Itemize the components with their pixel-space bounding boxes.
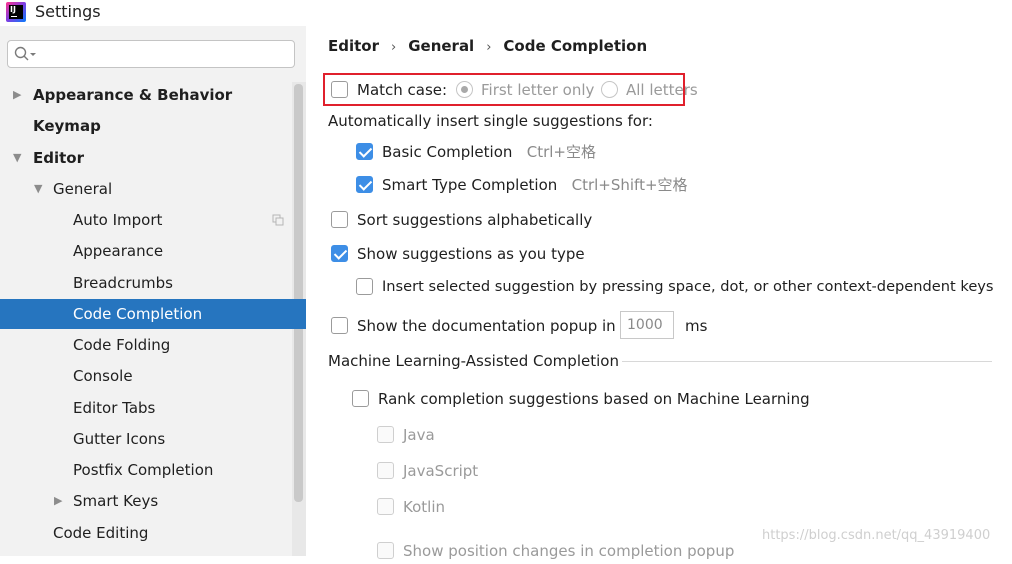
smart-type-label[interactable]: Smart Type Completion Ctrl+Shift+空格 <box>382 172 688 198</box>
ml-show-position-checkbox[interactable] <box>377 542 394 559</box>
tree-item-code-editing[interactable]: Code Editing <box>0 518 306 548</box>
tree-item-auto-import[interactable]: Auto Import <box>0 205 306 235</box>
basic-completion-checkbox[interactable] <box>356 143 373 160</box>
window-title: Settings <box>35 2 101 21</box>
doc-popup-label[interactable]: Show the documentation popup in <box>357 313 616 339</box>
doc-popup-delay-input[interactable]: 1000 <box>620 311 674 339</box>
breadcrumb-separator-icon: › <box>486 40 492 55</box>
tree-item-smart-keys[interactable]: ▶ Smart Keys <box>0 486 306 516</box>
chevron-right-icon[interactable]: ▶ <box>13 80 25 110</box>
all-letters-label[interactable]: All letters <box>626 77 698 103</box>
watermark-text: https://blog.csdn.net/qq_43919400 <box>762 528 991 543</box>
sort-alpha-checkbox[interactable] <box>331 211 348 228</box>
tree-item-code-completion[interactable]: Code Completion <box>0 299 306 329</box>
tree-item-general[interactable]: ▼ General <box>0 174 306 204</box>
match-case-label[interactable]: Match case: <box>357 77 447 103</box>
title-bar: IJ Settings <box>0 0 1012 26</box>
chevron-down-icon[interactable]: ▼ <box>13 143 25 173</box>
ml-kotlin-checkbox[interactable] <box>377 498 394 515</box>
basic-completion-shortcut: Ctrl+空格 <box>526 143 596 161</box>
insert-selected-checkbox[interactable] <box>356 278 373 295</box>
first-letter-label[interactable]: First letter only <box>481 77 594 103</box>
doc-popup-unit: ms <box>685 317 708 335</box>
breadcrumb-code-completion: Code Completion <box>503 37 648 55</box>
intellij-logo-icon: IJ <box>6 2 26 22</box>
match-case-row: Match case: First letter only All letter… <box>331 77 711 103</box>
tree-item-editor-tabs[interactable]: Editor Tabs <box>0 393 306 423</box>
copy-settings-icon <box>272 214 284 226</box>
basic-completion-label[interactable]: Basic Completion Ctrl+空格 <box>382 139 596 165</box>
show-as-type-label[interactable]: Show suggestions as you type <box>357 241 585 267</box>
tree-item-keymap[interactable]: Keymap <box>0 111 306 141</box>
ml-section-title: Machine Learning-Assisted Completion <box>328 352 619 370</box>
tree-item-postfix-completion[interactable]: Postfix Completion <box>0 455 306 485</box>
first-letter-radio[interactable] <box>456 81 473 98</box>
tree-item-breadcrumbs[interactable]: Breadcrumbs <box>0 268 306 298</box>
settings-sidebar: ▶ Appearance & Behavior Keymap ▼ Editor … <box>0 26 306 556</box>
search-input[interactable] <box>44 43 288 67</box>
chevron-down-icon[interactable]: ▼ <box>34 174 46 204</box>
tree-item-appearance[interactable]: Appearance <box>0 236 306 266</box>
match-case-checkbox[interactable] <box>331 81 348 98</box>
ml-rank-checkbox[interactable] <box>352 390 369 407</box>
ml-javascript-label[interactable]: JavaScript <box>403 458 478 484</box>
breadcrumb-separator-icon: › <box>391 40 397 55</box>
ml-section-divider <box>622 361 992 362</box>
chevron-right-icon[interactable]: ▶ <box>54 486 66 516</box>
show-as-type-checkbox[interactable] <box>331 245 348 262</box>
doc-popup-checkbox[interactable] <box>331 317 348 334</box>
breadcrumb-editor[interactable]: Editor <box>328 37 379 55</box>
smart-type-checkbox[interactable] <box>356 176 373 193</box>
ml-java-checkbox[interactable] <box>377 426 394 443</box>
breadcrumb: Editor › General › Code Completion <box>328 37 647 61</box>
sort-alpha-label[interactable]: Sort suggestions alphabetically <box>357 207 592 233</box>
ml-rank-label[interactable]: Rank completion suggestions based on Mac… <box>378 386 810 412</box>
tree-item-gutter-icons[interactable]: Gutter Icons <box>0 424 306 454</box>
search-icon <box>14 46 36 61</box>
tree-item-editor[interactable]: ▼ Editor <box>0 143 306 173</box>
smart-type-shortcut: Ctrl+Shift+空格 <box>571 176 688 194</box>
ml-java-label[interactable]: Java <box>403 422 435 448</box>
breadcrumb-general[interactable]: General <box>408 37 474 55</box>
search-box[interactable] <box>7 40 295 68</box>
insert-selected-label[interactable]: Insert selected suggestion by pressing s… <box>382 274 994 300</box>
auto-insert-heading: Automatically insert single suggestions … <box>328 112 653 130</box>
tree-item-code-folding[interactable]: Code Folding <box>0 330 306 360</box>
ml-kotlin-label[interactable]: Kotlin <box>403 494 445 520</box>
ml-javascript-checkbox[interactable] <box>377 462 394 479</box>
all-letters-radio[interactable] <box>601 81 618 98</box>
tree-item-appearance-behavior[interactable]: ▶ Appearance & Behavior <box>0 80 306 110</box>
ml-show-position-label[interactable]: Show position changes in completion popu… <box>403 538 734 564</box>
tree-item-console[interactable]: Console <box>0 361 306 391</box>
